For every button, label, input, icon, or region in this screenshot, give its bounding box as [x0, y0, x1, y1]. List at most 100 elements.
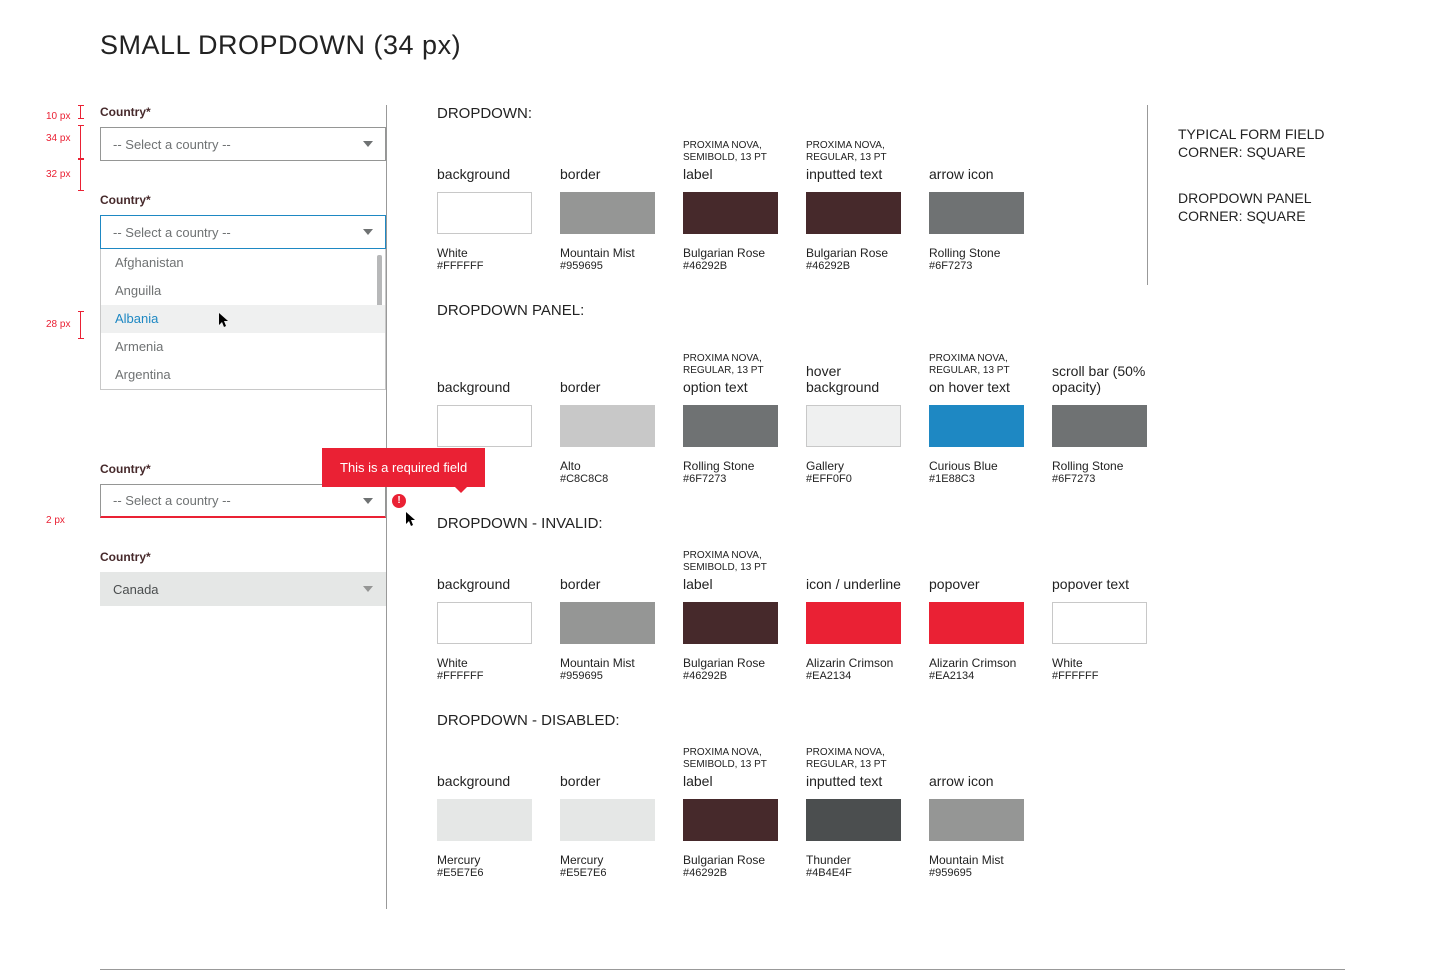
annot-field-gap: 32 px [46, 169, 70, 180]
swatch-item: icon / underlineAlizarin Crimson#EA2134 [806, 550, 901, 682]
swatch-name: Bulgarian Rose [683, 853, 778, 867]
dropdown-option[interactable]: Afghanistan [101, 249, 385, 277]
swatch-hex: #E5E7E6 [560, 867, 655, 879]
swatch-name: White [1052, 656, 1147, 670]
examples-column: 10 px 34 px 32 px 28 px 2 px Country* --… [40, 105, 386, 909]
swatch-box [929, 799, 1024, 841]
dropdown-default[interactable]: -- Select a country -- [100, 127, 386, 161]
swatch-hex: #FFFFFF [1052, 670, 1147, 682]
field-label: Country* [100, 105, 386, 119]
swatch-box [1052, 602, 1147, 644]
swatch-box [683, 602, 778, 644]
swatch-meta: PROXIMA NOVA, SEMIBOLD, 13 PT [683, 140, 778, 164]
swatch-item: backgroundWhite#FFFFFF [437, 550, 532, 682]
swatch-box [437, 405, 532, 447]
swatch-meta [806, 337, 901, 361]
swatch-hex: #959695 [929, 867, 1024, 879]
error-text: This is a required field [340, 460, 467, 475]
swatch-hex: #EFF0F0 [806, 473, 901, 485]
swatch-name: Bulgarian Rose [806, 246, 901, 260]
swatch-meta [560, 550, 655, 574]
swatch-hex: #6F7273 [1052, 473, 1147, 485]
swatch-meta: PROXIMA NOVA, REGULAR, 13 PT [929, 353, 1024, 377]
swatch-label: icon / underline [806, 576, 901, 592]
dropdown-option[interactable]: Argentina [101, 361, 385, 389]
swatch-section-title: DROPDOWN: [437, 105, 1147, 122]
chevron-down-icon [363, 229, 373, 235]
swatch-label: hover background [806, 363, 901, 395]
swatch-item: borderMountain Mist#959695 [560, 140, 655, 272]
swatch-label: border [560, 576, 655, 592]
dropdown-placeholder: -- Select a country -- [113, 493, 231, 508]
swatch-item: PROXIMA NOVA, SEMIBOLD, 13 PTlabelBulgar… [683, 140, 778, 272]
swatch-section-title: DROPDOWN - INVALID: [437, 515, 1147, 532]
swatch-hex: #1E88C3 [929, 473, 1024, 485]
swatch-box [437, 602, 532, 644]
annot-field-height: 34 px [46, 133, 70, 144]
swatch-box [437, 799, 532, 841]
swatch-name: Bulgarian Rose [683, 246, 778, 260]
example-open: Country* -- Select a country -- Afghanis… [100, 193, 386, 390]
scrollbar[interactable] [377, 255, 382, 311]
page-title: SMALL DROPDOWN (34 px) [100, 30, 1345, 61]
swatch-name: Thunder [806, 853, 901, 867]
swatch-label: inputted text [806, 773, 901, 789]
dropdown-value: Canada [113, 582, 159, 597]
swatch-box [683, 799, 778, 841]
cursor-icon [406, 512, 418, 533]
swatch-label: popover [929, 576, 1024, 592]
swatch-item: popover text White#FFFFFF [1052, 550, 1147, 682]
swatch-name: Bulgarian Rose [683, 656, 778, 670]
dropdown-option[interactable]: Anguilla [101, 277, 385, 305]
notes-column: TYPICAL FORM FIELD CORNER: SQUARE DROPDO… [1147, 105, 1345, 285]
swatch-meta: PROXIMA NOVA, REGULAR, 13 PT [806, 747, 901, 771]
swatch-box [560, 799, 655, 841]
swatch-box [560, 602, 655, 644]
swatch-section-title: DROPDOWN - DISABLED: [437, 712, 1147, 729]
dropdown-open[interactable]: -- Select a country -- [100, 215, 386, 249]
swatch-item: borderMercury#E5E7E6 [560, 747, 655, 879]
swatch-name: Curious Blue [929, 459, 1024, 473]
swatch-box [683, 405, 778, 447]
swatch-section: DROPDOWN - INVALID: backgroundWhite#FFFFF… [437, 515, 1147, 682]
chevron-down-icon [363, 498, 373, 504]
dropdown-option[interactable]: Albania [101, 305, 385, 333]
swatch-name: Gallery [806, 459, 901, 473]
swatch-hex: #EA2134 [929, 670, 1024, 682]
swatch-item: borderAlto#C8C8C8 [560, 353, 655, 485]
annot-option-height: 28 px [46, 319, 70, 330]
chevron-down-icon [363, 141, 373, 147]
swatch-label: border [560, 166, 655, 182]
dropdown-invalid[interactable]: -- Select a country -- [100, 484, 386, 518]
swatch-meta: PROXIMA NOVA, REGULAR, 13 PT [683, 353, 778, 377]
swatch-section-title: DROPDOWN PANEL: [437, 302, 1147, 319]
swatch-box [806, 192, 901, 234]
swatch-box [560, 405, 655, 447]
swatch-hex: #C8C8C8 [560, 473, 655, 485]
annot-invalid-underline: 2 px [46, 515, 65, 526]
swatch-name: White [437, 656, 532, 670]
swatch-label: popover text [1052, 576, 1147, 592]
dropdown-option[interactable]: Armenia [101, 333, 385, 361]
note-panel-corner: DROPDOWN PANEL CORNER: SQUARE [1178, 189, 1345, 225]
swatch-meta [560, 140, 655, 164]
swatch-item: PROXIMA NOVA, REGULAR, 13 PTinputted tex… [806, 140, 901, 272]
swatch-name: Rolling Stone [683, 459, 778, 473]
swatch-item: PROXIMA NOVA, REGULAR, 13 PT inputted tex… [806, 747, 901, 879]
swatch-label: scroll bar (50% opacity) [1052, 363, 1147, 395]
dropdown-placeholder: -- Select a country -- [113, 225, 231, 240]
swatch-item: scroll bar (50% opacity)Rolling Stone#6F… [1052, 337, 1147, 485]
swatch-name: Alizarin Crimson [929, 656, 1024, 670]
swatch-box [437, 192, 532, 234]
swatch-label: option text [683, 379, 778, 395]
swatch-label: background [437, 379, 532, 395]
swatch-item: PROXIMA NOVA, SEMIBOLD, 13 PTlabelBulgar… [683, 747, 778, 879]
swatch-box [806, 405, 901, 447]
swatch-item: PROXIMA NOVA, REGULAR, 13 PTon hover tex… [929, 353, 1024, 485]
swatch-hex: #EA2134 [806, 670, 901, 682]
example-default: Country* -- Select a country -- [100, 105, 386, 161]
dropdown-disabled: Canada [100, 572, 386, 606]
swatch-name: Mountain Mist [560, 246, 655, 260]
swatch-item: arrow iconRolling Stone#6F7273 [929, 140, 1024, 272]
swatch-meta [437, 747, 532, 771]
